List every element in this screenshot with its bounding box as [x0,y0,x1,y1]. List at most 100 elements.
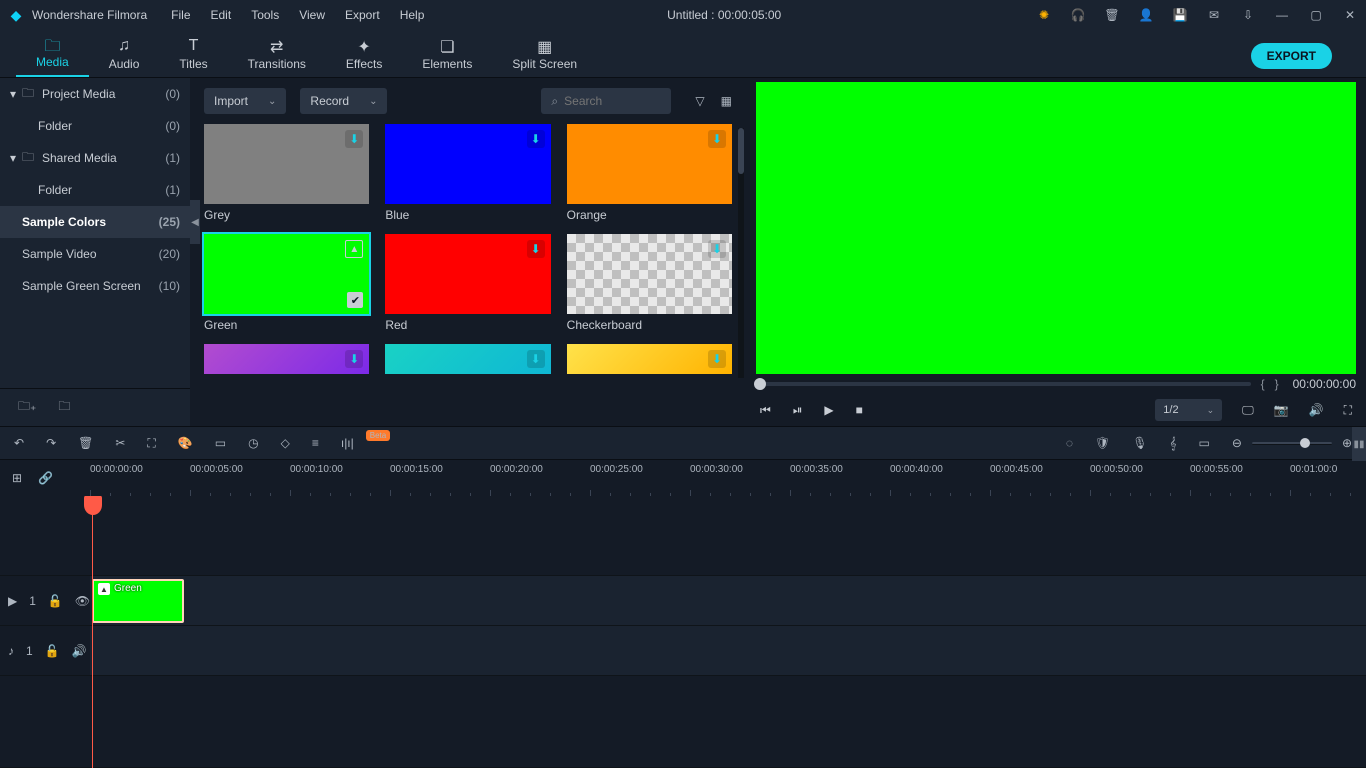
adjust-icon[interactable]: ≡ [312,436,319,450]
mixer-icon[interactable]: 𝄞 [1169,436,1176,451]
download-icon[interactable]: ⬇ [345,130,363,148]
zoom-out-icon[interactable]: ⊖ [1232,436,1242,450]
tab-audio[interactable]: ♫Audio [89,37,160,77]
support-icon[interactable]: 🎧 [1070,7,1086,23]
stop-icon[interactable]: ■ [856,403,863,417]
menu-edit[interactable]: Edit [211,8,232,22]
mute-icon[interactable]: 🔊 [72,644,87,658]
record-dropdown[interactable]: Record⌄ [300,88,387,114]
new-folder-icon[interactable]: 🗀₊ [18,397,36,418]
delete-icon[interactable]: 🗑 [1104,7,1120,23]
sidebar-item[interactable]: Sample Green Screen(10) [0,270,190,302]
minimize-icon[interactable]: — [1274,7,1290,23]
download-icon[interactable]: ⬇ [345,350,363,368]
close-icon[interactable]: ✕ [1342,7,1358,23]
play-icon[interactable]: ▶ [824,403,833,417]
time-ruler[interactable]: 00:00:00:0000:00:05:0000:00:10:0000:00:1… [90,460,1366,496]
download-icon[interactable]: ⬇ [527,350,545,368]
download-icon[interactable]: ⬇ [527,130,545,148]
media-thumb[interactable]: ⬇Orange [567,124,732,222]
volume-icon[interactable]: 🔊 [1309,403,1324,417]
quality-dropdown[interactable]: 1/2⌄ [1155,399,1222,421]
sidebar-item[interactable]: ▾🗀Project Media(0) [0,78,190,110]
download-icon[interactable]: ⬇ [708,130,726,148]
mark-out-icon[interactable]: } [1275,377,1279,391]
menu-file[interactable]: File [171,8,190,22]
sidebar-item[interactable]: Folder(1) [0,174,190,206]
menu-help[interactable]: Help [400,8,425,22]
download-icon[interactable]: ⇩ [1240,7,1256,23]
zoom-in-icon[interactable]: ⊕ [1342,436,1352,450]
aspect-icon[interactable]: ▭ [1199,436,1210,450]
mark-in-icon[interactable]: { [1261,377,1265,391]
save-icon[interactable]: 💾 [1172,7,1188,23]
display-icon[interactable]: 🖵 [1242,403,1254,418]
audio-wave-icon[interactable]: ı|ı| [341,436,354,450]
color-icon[interactable]: 🎨 [178,436,193,450]
search-box[interactable]: ⌕ [541,88,671,114]
media-thumb[interactable]: ⬇Checkerboard [567,234,732,332]
menu-view[interactable]: View [299,8,325,22]
seek-knob[interactable] [754,378,766,390]
import-dropdown[interactable]: Import⌄ [204,88,286,114]
media-thumb[interactable]: ⬇Blue [385,124,550,222]
fullscreen-icon[interactable]: ⛶ [1344,403,1352,418]
search-input[interactable] [564,94,644,108]
media-scrollbar[interactable] [738,128,744,378]
tab-titles[interactable]: TTitles [159,37,227,77]
playhead-handle[interactable] [84,496,102,515]
menu-tools[interactable]: Tools [251,8,279,22]
media-thumb[interactable]: ⬇ [204,344,369,374]
play-pause-icon[interactable]: ⏯ [793,403,803,418]
redo-icon[interactable]: ↷ [46,436,56,450]
add-track-icon[interactable]: ⊞ [12,471,22,485]
zoom-knob[interactable] [1300,438,1310,448]
delete-clip-icon[interactable]: 🗑 [78,436,93,450]
filter-icon[interactable]: ▽ [695,94,704,108]
visibility-icon[interactable]: 👁 [75,594,90,608]
snapshot-icon[interactable]: 📷 [1274,403,1289,417]
media-thumb[interactable]: ⬇Red [385,234,550,332]
export-button[interactable]: EXPORT [1251,43,1332,69]
media-thumb[interactable]: ⬇ [567,344,732,374]
speed-icon[interactable]: ◷ [248,436,258,450]
crop-icon[interactable]: ⛶ [147,436,155,451]
media-thumb[interactable]: ▲✔Green [204,234,369,332]
lock-icon[interactable]: 🔓 [45,644,60,658]
sidebar-item[interactable]: ▾🗀Shared Media(1) [0,142,190,174]
subtitle-icon[interactable]: ▭ [215,436,226,450]
sidebar-item[interactable]: Sample Colors(25) [0,206,190,238]
menu-export[interactable]: Export [345,8,380,22]
download-icon[interactable]: ⬇ [527,240,545,258]
sidebar-item[interactable]: Folder(0) [0,110,190,142]
prev-frame-icon[interactable]: ⏮ [760,403,771,418]
sidebar-collapse-button[interactable]: ◀ [190,200,200,244]
tab-split-screen[interactable]: ▦Split Screen [492,37,597,77]
lock-icon[interactable]: 🔓 [48,594,63,608]
playhead-line[interactable] [92,496,93,768]
media-thumb[interactable]: ⬇ [385,344,550,374]
message-icon[interactable]: ✉ [1206,7,1222,23]
timeline-collapse-button[interactable]: ▮▮ [1352,427,1366,461]
zoom-slider[interactable] [1252,442,1332,445]
sidebar-item[interactable]: Sample Video(20) [0,238,190,270]
audio-track-body[interactable] [90,626,1366,675]
tab-transitions[interactable]: ⇄Transitions [228,37,326,77]
download-icon[interactable]: ⬇ [708,240,726,258]
download-icon[interactable]: ⬇ [708,350,726,368]
grid-view-icon[interactable]: ▦ [721,94,732,108]
maximize-icon[interactable]: ▢ [1308,7,1324,23]
media-thumb[interactable]: ⬇Grey [204,124,369,222]
undo-icon[interactable]: ↶ [14,436,24,450]
folder-open-icon[interactable]: 🗀 [58,397,70,418]
cut-icon[interactable]: ✂ [115,436,125,450]
preview-canvas[interactable] [756,82,1356,374]
preview-seekbar[interactable] [756,382,1251,386]
marker-icon[interactable]: 🛡 [1095,436,1110,450]
tips-icon[interactable]: ✺ [1036,7,1052,23]
video-track-body[interactable]: ▲ Green [90,576,1366,625]
link-icon[interactable]: 🔗 [38,471,53,485]
account-icon[interactable]: 👤 [1138,7,1154,23]
tab-media[interactable]: 🗀Media [16,35,89,77]
keyframe-icon[interactable]: ◇ [281,436,290,450]
